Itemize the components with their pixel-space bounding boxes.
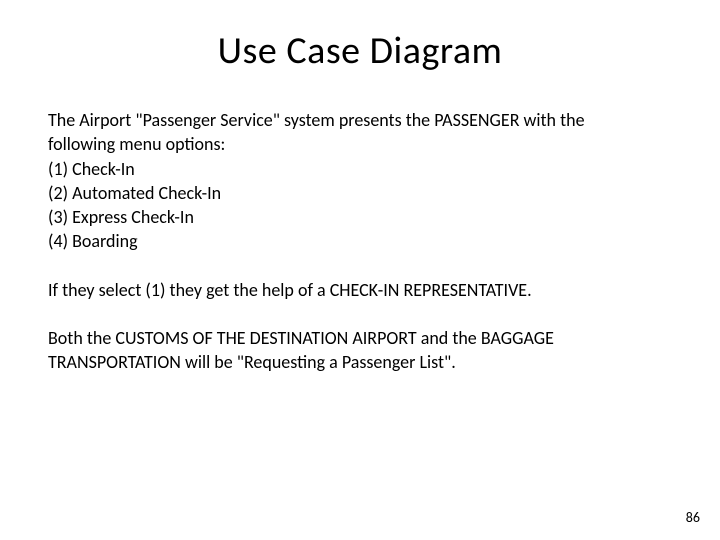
slide-title: Use Case Diagram	[48, 28, 672, 74]
paragraph-customs: Both the CUSTOMS OF THE DESTINATION AIRP…	[48, 326, 672, 375]
option-4: (4) Boarding	[48, 229, 672, 253]
customs-line-1: Both the CUSTOMS OF THE DESTINATION AIRP…	[48, 327, 554, 349]
option-3: (3) Express Check-In	[48, 205, 672, 229]
customs-line-2: TRANSPORTATION will be "Requesting a Pas…	[48, 351, 456, 373]
select-text: If they select (1) they get the help of …	[48, 279, 532, 301]
intro-line-2: following menu options:	[48, 133, 225, 155]
paragraph-intro: The Airport "Passenger Service" system p…	[48, 108, 672, 254]
slide-body: The Airport "Passenger Service" system p…	[48, 108, 672, 375]
page-number: 86	[686, 509, 700, 526]
intro-line-1: The Airport "Passenger Service" system p…	[48, 109, 585, 131]
option-2: (2) Automated Check-In	[48, 181, 672, 205]
slide-container: Use Case Diagram The Airport "Passenger …	[0, 0, 720, 540]
paragraph-select: If they select (1) they get the help of …	[48, 278, 672, 302]
option-1: (1) Check-In	[48, 157, 672, 181]
